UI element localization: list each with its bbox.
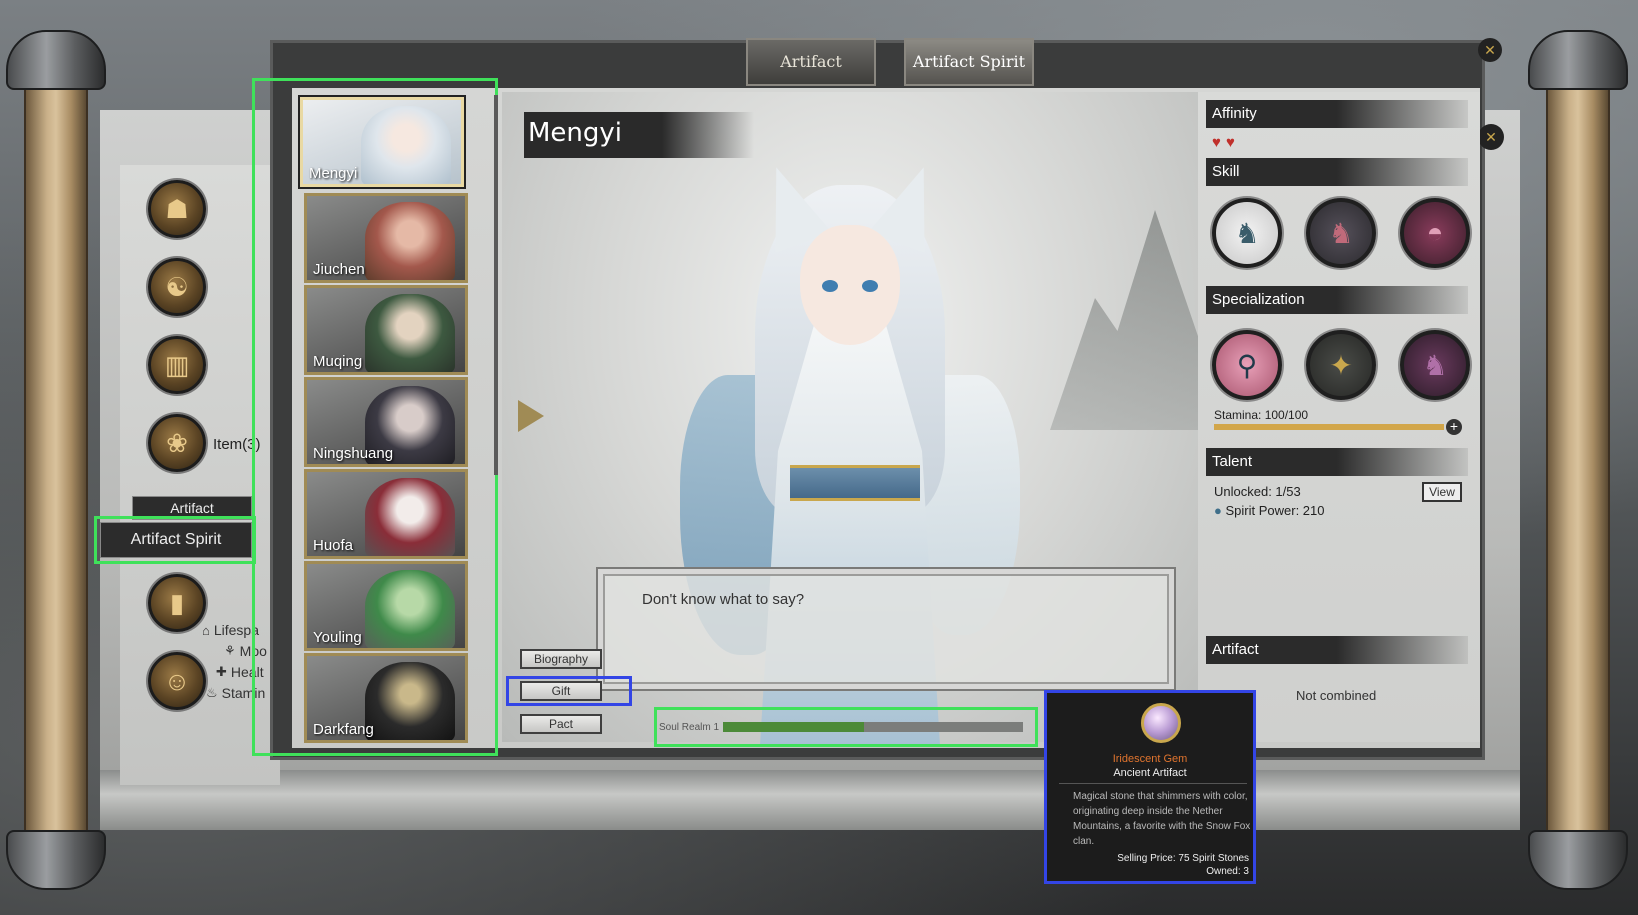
body-cultivation-icon[interactable]: ☗: [148, 180, 206, 238]
tablet-icon[interactable]: ▮: [148, 574, 206, 632]
close-icon[interactable]: ✕: [1478, 38, 1502, 62]
character-card-mengyi[interactable]: Mengyi: [300, 97, 464, 187]
tooltip-item-type: Ancient Artifact: [1113, 767, 1187, 779]
tooltip-owned: Owned: 3: [1206, 866, 1249, 877]
talent-unlocked: Unlocked: 1/53: [1214, 484, 1301, 499]
gift-highlight: [506, 676, 632, 706]
tooltip-price: Selling Price: 75 Spirit Stones: [1117, 853, 1249, 864]
specialization-3-icon[interactable]: ♞: [1400, 330, 1470, 400]
character-name: Youling: [313, 629, 362, 646]
health-icon: ✚: [216, 664, 227, 679]
character-card-darkfang[interactable]: Darkfang: [304, 653, 468, 743]
tooltip-item-name: Iridescent Gem: [1112, 753, 1188, 765]
biography-button[interactable]: Biography: [520, 649, 602, 669]
tab-artifact-spirit[interactable]: Artifact Spirit: [904, 38, 1034, 86]
roller-cap: [6, 830, 106, 890]
talent-header: Talent: [1206, 448, 1468, 476]
portrait: [365, 478, 455, 556]
artifact-header: Artifact: [1206, 636, 1468, 664]
soul-realm-progress: [723, 722, 1023, 732]
scroll-roller-right: [1528, 30, 1628, 890]
selected-character-name: Mengyi: [524, 112, 754, 158]
scroll-roller-left: [6, 30, 106, 890]
companions-icon[interactable]: ☺: [148, 652, 206, 710]
spirit-power-row: ● Spirit Power: 210: [1214, 503, 1324, 518]
affinity-header: Affinity: [1206, 100, 1468, 128]
specialization-header: Specialization: [1206, 286, 1468, 314]
scroll-books-icon[interactable]: ▥: [148, 336, 206, 394]
specialization-2-icon[interactable]: ✦: [1306, 330, 1376, 400]
character-name: Huofa: [313, 537, 354, 554]
stamina-icon: ♨: [206, 685, 218, 700]
lifespan-icon: ⌂: [202, 622, 210, 638]
next-arrow-icon[interactable]: [518, 400, 544, 432]
roller-cap: [6, 30, 106, 90]
skill-3-icon[interactable]: ◓: [1400, 198, 1470, 268]
skill-1-icon[interactable]: ♞: [1212, 198, 1282, 268]
soul-realm-fill: [723, 722, 864, 732]
heart-icon: ♥: [1226, 134, 1235, 151]
dialog-box: Don't know what to say?: [596, 567, 1176, 691]
portrait: [361, 106, 451, 184]
add-stamina-button[interactable]: +: [1446, 419, 1462, 435]
portrait: [365, 294, 455, 372]
close-icon-secondary[interactable]: ✕: [1478, 124, 1504, 150]
roller-pole: [24, 90, 88, 830]
tab-artifact[interactable]: Artifact: [746, 38, 876, 86]
roller-cap: [1528, 30, 1628, 90]
tooltip-description: Magical stone that shimmers with color, …: [1073, 791, 1251, 847]
lifespan-stat: ⌂ Lifespa: [202, 622, 259, 638]
yin-yang-icon[interactable]: ☯: [148, 258, 206, 316]
talent-view-button[interactable]: View: [1422, 482, 1462, 502]
stamina-label: Stamina: 100/100: [1214, 408, 1309, 422]
mood-icon: ⚘: [224, 643, 236, 658]
stamina-bar: [1214, 424, 1444, 430]
character-name: Ningshuang: [313, 445, 394, 462]
roller-pole: [1546, 90, 1610, 830]
figure-sash: [790, 465, 920, 501]
artifact-spirit-highlight: [94, 516, 256, 564]
heart-icon: ♥: [1212, 134, 1221, 151]
scroll-paper-band: [100, 770, 1520, 830]
character-name: Muqing: [313, 353, 363, 370]
pact-button[interactable]: Pact: [520, 714, 602, 734]
portrait: [365, 202, 455, 280]
item-tooltip: Iridescent Gem Ancient Artifact Magical …: [1044, 690, 1256, 884]
character-name: Darkfang: [313, 721, 374, 738]
artifact-status: Not combined: [1296, 688, 1377, 703]
soul-realm-box: Soul Realm 1: [654, 707, 1038, 747]
specialization-1-icon[interactable]: ⚲: [1212, 330, 1282, 400]
character-card-muqing[interactable]: Muqing: [304, 285, 468, 375]
character-card-jiuchen[interactable]: Jiuchen: [304, 193, 468, 283]
skill-2-icon[interactable]: ♞: [1306, 198, 1376, 268]
item-bag-icon[interactable]: ❀: [148, 414, 206, 472]
gem-icon: [1141, 703, 1181, 743]
spirit-power-value: Spirit Power: 210: [1225, 503, 1325, 518]
figure-eye: [862, 280, 878, 292]
figure-face: [800, 225, 900, 345]
portrait: [365, 662, 455, 740]
portrait: [365, 570, 455, 648]
character-name: Jiuchen: [313, 261, 365, 278]
roller-cap: [1528, 830, 1628, 890]
character-card-huofa[interactable]: Huofa: [304, 469, 468, 559]
dialog-text: Don't know what to say?: [642, 591, 805, 608]
character-list-scrollbar[interactable]: [494, 95, 498, 475]
stamina-fill: [1214, 424, 1444, 430]
character-name: Mengyi: [309, 165, 358, 182]
character-card-youling[interactable]: Youling: [304, 561, 468, 651]
spirit-power-icon: ●: [1214, 503, 1222, 518]
character-card-ningshuang[interactable]: Ningshuang: [304, 377, 468, 467]
soul-realm-label: Soul Realm 1: [659, 722, 720, 733]
tooltip-divider: [1059, 783, 1247, 784]
figure-eye: [822, 280, 838, 292]
skill-header: Skill: [1206, 158, 1468, 186]
